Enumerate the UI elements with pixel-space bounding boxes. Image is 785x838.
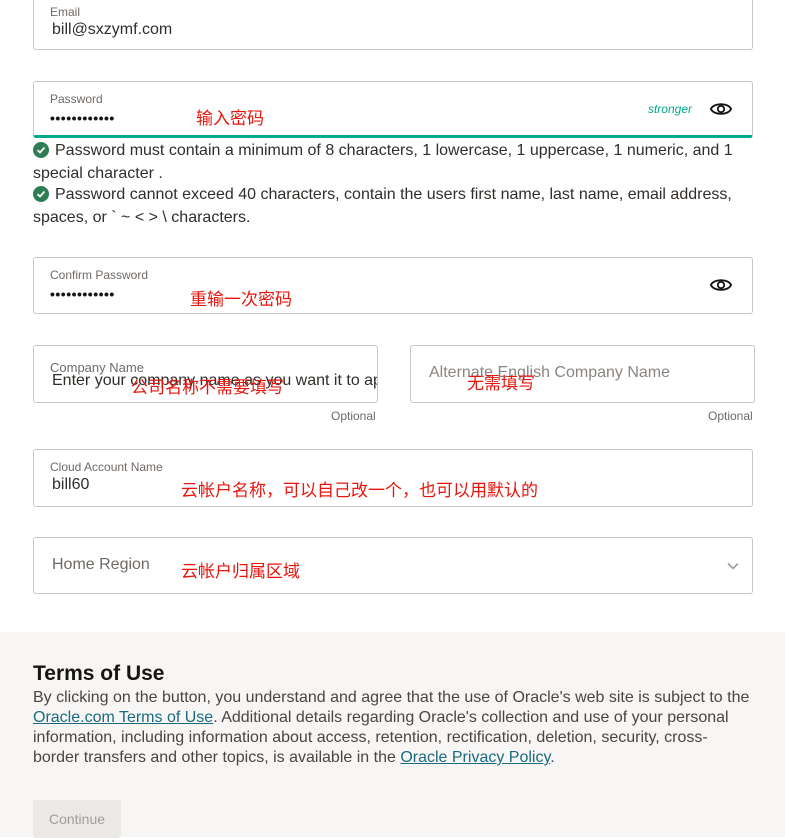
password-strength: stronger [647,102,692,116]
terms-title: Terms of Use [33,662,165,685]
company-name-optional: Optional [331,409,376,423]
terms-text: By clicking on the button, you understan… [33,688,753,768]
password-label: Password [50,92,103,106]
terms-section: Terms of Use By clicking on the button, … [0,632,785,838]
confirm-password-value: •••••••••••• [50,286,115,302]
terms-of-use-link[interactable]: Oracle.com Terms of Use [33,709,213,726]
confirm-password-label: Confirm Password [50,268,149,282]
confirm-password-field[interactable]: Confirm Password •••••••••••• 重输一次密码 [33,257,753,314]
email-label: Email [50,5,81,19]
cloud-account-name-field[interactable]: Cloud Account Name bill60 云帐户名称，可以自己改一个，… [33,449,753,507]
cloud-account-name-value: bill60 [52,476,90,493]
privacy-policy-link[interactable]: Oracle Privacy Policy [400,749,550,766]
password-rule-1-text: Password must contain a minimum of 8 cha… [33,142,733,182]
alt-company-name-annotation: 无需填写 [467,374,535,394]
email-field[interactable]: Email bill@sxzymf.com [33,0,753,50]
alt-company-name-field[interactable]: Alternate English Company Name 无需填写 [410,345,755,403]
password-rule-2: Password cannot exceed 40 characters, co… [33,183,753,229]
password-value: •••••••••••• [50,110,115,126]
eye-icon[interactable] [709,274,733,296]
alt-company-name-optional: Optional [708,409,753,423]
cloud-account-name-label: Cloud Account Name [50,460,163,474]
password-rule-1: Password must contain a minimum of 8 cha… [33,139,753,185]
check-circle-icon [33,142,49,158]
company-name-annotation: 公司名称不需要填写 [131,378,284,398]
home-region-placeholder: Home Region [52,556,150,573]
confirm-password-annotation: 重输一次密码 [190,290,292,310]
cloud-account-name-annotation: 云帐户名称，可以自己改一个，也可以用默认的 [181,481,538,501]
continue-button[interactable]: Continue [33,800,121,838]
password-field[interactable]: Password •••••••••••• 输入密码 stronger [33,81,753,138]
company-name-field[interactable]: Company Name Enter your company name as … [33,345,378,403]
password-rule-2-text: Password cannot exceed 40 characters, co… [33,186,732,226]
chevron-down-icon [726,559,740,578]
password-annotation: 输入密码 [196,109,264,129]
terms-text-3: . [550,749,555,766]
eye-icon[interactable] [709,98,733,120]
home-region-annotation: 云帐户归属区域 [181,562,300,582]
home-region-select[interactable]: Home Region 云帐户归属区域 [33,537,753,594]
terms-text-1: By clicking on the button, you understan… [33,689,750,706]
check-circle-icon [33,186,49,202]
email-value: bill@sxzymf.com [52,21,173,38]
alt-company-name-placeholder: Alternate English Company Name [429,364,671,381]
